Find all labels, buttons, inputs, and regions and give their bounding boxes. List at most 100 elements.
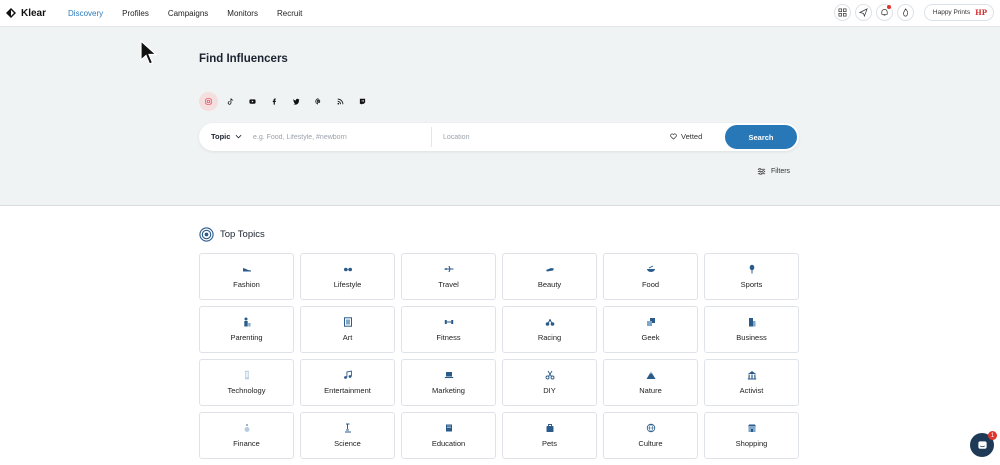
topic-fashion[interactable]: Fashion <box>199 253 294 300</box>
topic-label: Finance <box>233 439 260 448</box>
nav-discovery[interactable]: Discovery <box>68 9 103 18</box>
topic-label: Fitness <box>436 333 461 342</box>
glasses-icon <box>343 267 352 272</box>
topic-label: Sports <box>740 280 763 289</box>
topic-label: Business <box>736 333 767 342</box>
topic-finance[interactable]: Finance <box>199 412 294 459</box>
topic-art[interactable]: Art <box>300 306 395 353</box>
building-icon <box>748 318 755 327</box>
mouse-cursor-icon <box>140 40 158 65</box>
topic-label: Culture <box>638 439 663 448</box>
topic-racing[interactable]: Racing <box>502 306 597 353</box>
filters-button[interactable]: Filters <box>757 167 790 176</box>
topic-nature[interactable]: Nature <box>603 359 698 406</box>
fire-icon <box>903 8 908 17</box>
topic-label: Activist <box>739 386 764 395</box>
platform-blog[interactable] <box>331 92 350 111</box>
nav-recruit[interactable]: Recruit <box>277 9 302 18</box>
topic-pets[interactable]: Pets <box>502 412 597 459</box>
topic-diy[interactable]: DIY <box>502 359 597 406</box>
account-switcher[interactable]: Happy Prints HP <box>923 4 994 21</box>
platform-twitter[interactable] <box>287 92 306 111</box>
location-input[interactable] <box>443 127 643 147</box>
top-topics-title: Top Topics <box>220 229 265 240</box>
racket-icon <box>749 264 754 274</box>
notification-dot <box>886 5 891 9</box>
topic-beauty[interactable]: Beauty <box>502 253 597 300</box>
twitch-icon <box>359 98 366 105</box>
topic-marketing[interactable]: Marketing <box>401 359 496 406</box>
lipstick-icon <box>545 268 554 272</box>
topic-technology[interactable]: Technology <box>199 359 294 406</box>
topic-sports[interactable]: Sports <box>704 253 799 300</box>
vetted-toggle[interactable]: Vetted <box>670 132 702 141</box>
topic-education[interactable]: Education <box>401 412 496 459</box>
account-name: Happy Prints <box>932 9 971 16</box>
topic-dropdown-label: Topic <box>211 132 231 141</box>
laptop-icon <box>444 372 453 379</box>
chat-unread-badge: 1 <box>988 431 997 440</box>
book-icon <box>445 424 452 432</box>
notifications-button[interactable] <box>875 4 893 21</box>
platform-pinterest[interactable] <box>309 92 328 111</box>
topic-culture[interactable]: Culture <box>603 412 698 459</box>
topic-dropdown[interactable]: Topic <box>211 132 242 141</box>
search-button[interactable]: Search <box>725 125 797 149</box>
top-navbar: Klear Discovery Profiles Campaigns Monit… <box>0 0 1000 27</box>
cube-icon <box>646 318 655 326</box>
topic-travel[interactable]: Travel <box>401 253 496 300</box>
bowl-icon <box>646 265 655 272</box>
topic-label: Travel <box>438 280 459 289</box>
app-name: Klear <box>21 7 47 19</box>
topic-label: Fashion <box>233 280 260 289</box>
topic-fitness[interactable]: Fitness <box>401 306 496 353</box>
apps-button[interactable] <box>833 4 851 21</box>
heart-icon <box>670 133 677 140</box>
topic-label: Shopping <box>735 439 768 448</box>
topic-shopping[interactable]: Shopping <box>704 412 799 459</box>
search-bar: Topic Vetted Search <box>199 123 799 151</box>
topic-parenting[interactable]: Parenting <box>199 306 294 353</box>
topic-food[interactable]: Food <box>603 253 698 300</box>
coin-stack-icon <box>244 424 249 432</box>
platform-tiktok[interactable] <box>221 92 240 111</box>
sliders-icon <box>757 168 766 175</box>
bell-icon <box>881 9 888 16</box>
nav-monitors[interactable]: Monitors <box>227 9 258 18</box>
platform-facebook[interactable] <box>265 92 284 111</box>
account-logo: HP <box>975 8 987 17</box>
topic-label: Education <box>431 439 466 448</box>
platform-instagram[interactable] <box>199 92 218 111</box>
topic-label: Pets <box>541 439 557 448</box>
topic-label: Racing <box>537 333 562 342</box>
topic-label: Marketing <box>432 386 465 395</box>
header-actions: Happy Prints HP <box>833 4 994 21</box>
platform-twitch[interactable] <box>353 92 372 111</box>
topic-label: Art <box>342 333 353 342</box>
topic-label: Lifestyle <box>333 280 362 289</box>
app-logo[interactable]: Klear <box>5 7 46 19</box>
klear-logo-icon <box>6 8 16 18</box>
topic-science[interactable]: Science <box>300 412 395 459</box>
nav-profiles[interactable]: Profiles <box>122 9 149 18</box>
topic-business[interactable]: Business <box>704 306 799 353</box>
topic-activist[interactable]: Activist <box>704 359 799 406</box>
topic-label: Technology <box>227 386 266 395</box>
dumbbell-icon <box>444 320 453 324</box>
pet-carrier-icon <box>546 424 553 432</box>
topic-entertainment[interactable]: Entertainment <box>300 359 395 406</box>
platform-youtube[interactable] <box>243 92 262 111</box>
send-button[interactable] <box>854 4 872 21</box>
topics-grid: Fashion Lifestyle Travel Beauty Food Spo… <box>199 253 799 459</box>
topic-geek[interactable]: Geek <box>603 306 698 353</box>
topic-label: DIY <box>543 386 556 395</box>
send-icon <box>858 8 868 17</box>
nav-campaigns[interactable]: Campaigns <box>168 9 208 18</box>
topic-lifestyle[interactable]: Lifestyle <box>300 253 395 300</box>
filters-label: Filters <box>771 168 791 175</box>
activity-button[interactable] <box>896 4 914 21</box>
youtube-icon <box>249 99 256 104</box>
topic-search-input[interactable] <box>253 127 423 147</box>
topic-label: Nature <box>639 386 662 395</box>
chat-launcher[interactable]: 1 <box>970 431 997 457</box>
